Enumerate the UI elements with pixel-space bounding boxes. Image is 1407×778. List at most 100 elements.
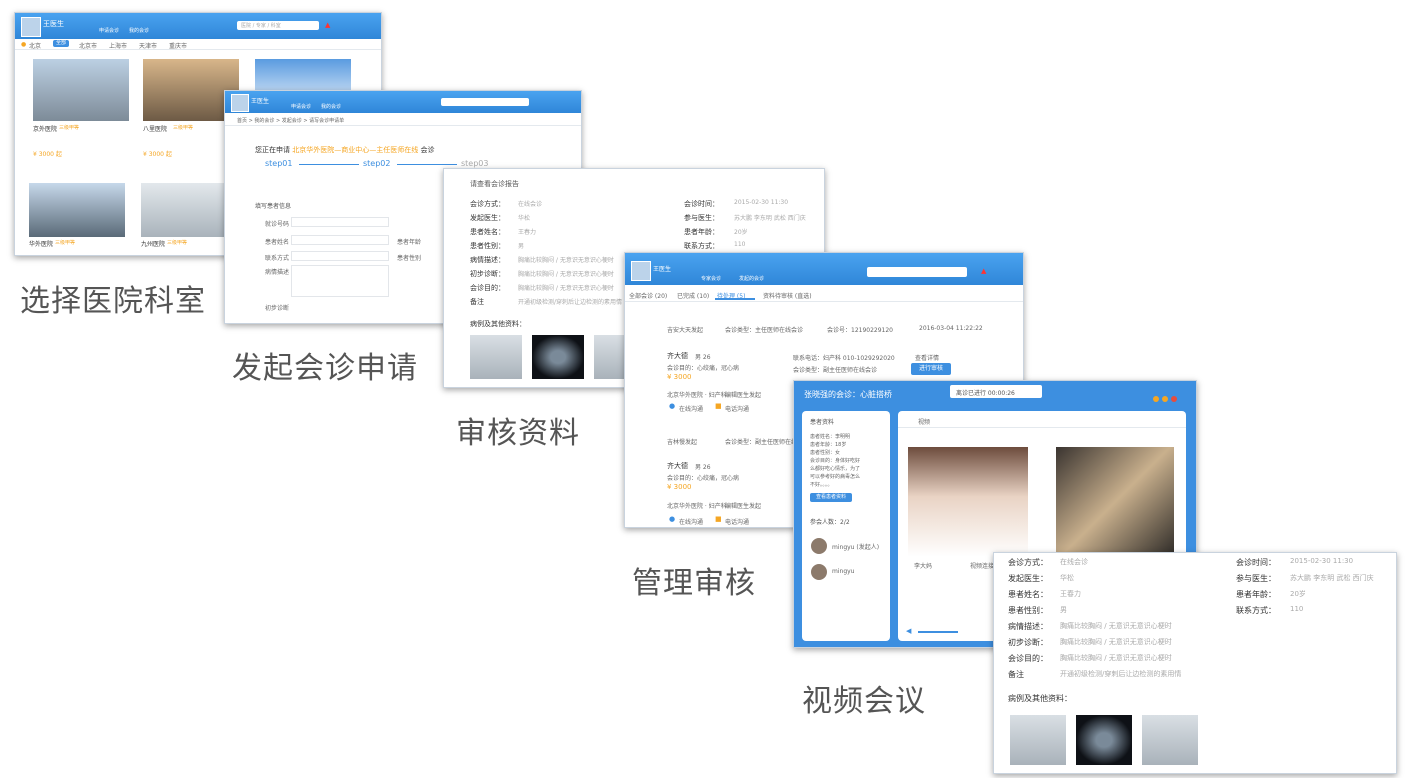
patient-info-line: 患者年龄：18岁 bbox=[810, 442, 847, 448]
attachment-thumbnail[interactable] bbox=[1010, 715, 1066, 765]
chat-icon[interactable]: ● bbox=[669, 515, 675, 523]
view-detail-link[interactable]: 查看详情 bbox=[915, 353, 939, 362]
volume-icon[interactable]: ◀ bbox=[906, 627, 911, 635]
doctor: 编辑医生发起 bbox=[725, 503, 762, 510]
tab-all[interactable]: 全部会诊 (20) bbox=[629, 291, 667, 300]
avatar bbox=[810, 563, 828, 581]
divider bbox=[225, 125, 581, 126]
field-value: 苏大鹏 李东明 武松 西门庆 bbox=[1290, 574, 1374, 582]
audit-button[interactable]: 进行审核 bbox=[911, 363, 951, 375]
doctor: 编辑医生发起 bbox=[725, 392, 762, 399]
price: ¥ 3000 bbox=[667, 373, 692, 381]
attachment-thumbnail[interactable] bbox=[1076, 715, 1132, 765]
field-label: 患者姓名： bbox=[470, 228, 505, 236]
search-input[interactable] bbox=[867, 267, 967, 277]
field-value: 110 bbox=[734, 241, 746, 248]
hospital-name[interactable]: 华外医院 bbox=[29, 239, 53, 248]
tab-video[interactable]: 视频 bbox=[918, 417, 930, 426]
hospital-name[interactable]: 京外医院 bbox=[33, 124, 57, 133]
nav-apply[interactable]: 申请会诊 bbox=[291, 103, 311, 110]
attachment-thumbnail[interactable] bbox=[532, 335, 584, 379]
tab-material-review[interactable]: 资料待审核 (直选) bbox=[763, 291, 812, 300]
meeting-title: 张晓强的会诊：心脏搭桥 bbox=[804, 390, 892, 399]
user-name[interactable]: 王医生 bbox=[653, 264, 671, 273]
field-label: 患者性别： bbox=[1008, 606, 1048, 615]
chat-icon[interactable]: ● bbox=[669, 402, 675, 410]
field-label: 初步诊断： bbox=[470, 270, 505, 278]
field-label: 就诊号码 bbox=[265, 221, 290, 228]
price: ¥ 3000 bbox=[667, 483, 692, 491]
members-label: 参会人数：2/2 bbox=[810, 519, 850, 526]
user-name[interactable]: 王医生 bbox=[43, 19, 64, 29]
patient-age: 男 26 bbox=[695, 464, 711, 471]
step-arrow bbox=[397, 164, 457, 165]
hospital-name[interactable]: 八里医院 bbox=[143, 124, 167, 133]
attachment-thumbnail[interactable] bbox=[594, 335, 624, 379]
user-name[interactable]: 王医生 bbox=[251, 96, 269, 105]
report-title: 请查看会诊报告 bbox=[470, 180, 519, 188]
field-label: 患者年龄： bbox=[1236, 590, 1276, 599]
field-label: 备注 bbox=[1008, 670, 1024, 679]
chat-link[interactable]: 在线沟通 bbox=[679, 404, 703, 413]
attachment-thumbnail[interactable] bbox=[470, 335, 522, 379]
field-value: 胸痛比较胸闷 / 无意识无意识心梗时 bbox=[518, 285, 614, 292]
bell-icon[interactable]: ▲ bbox=[981, 267, 986, 275]
hospital-photo[interactable] bbox=[33, 59, 129, 121]
nav-initiated[interactable]: 发起的会诊 bbox=[739, 275, 764, 282]
tab-done[interactable]: 已完成 (10) bbox=[677, 291, 709, 300]
field-label: 病情描述： bbox=[1008, 622, 1048, 631]
nav-mine[interactable]: 我的会诊 bbox=[129, 27, 149, 34]
field-value: 110 bbox=[1290, 605, 1304, 613]
search-input[interactable]: 医院 / 专家 / 科室 bbox=[237, 21, 319, 30]
step-arrow bbox=[299, 164, 359, 165]
field-value: 胸痛比较胸闷 / 无意识无意识心梗时 bbox=[518, 271, 614, 278]
field-label: 病情描述： bbox=[470, 256, 505, 264]
record-date: 2016-03-04 11:22:22 bbox=[919, 325, 983, 332]
field-label: 初步诊断： bbox=[1008, 638, 1048, 647]
nav-apply[interactable]: 申请会诊 bbox=[99, 27, 119, 34]
call-link[interactable]: 电话沟通 bbox=[725, 517, 749, 526]
phone-icon[interactable]: ■ bbox=[715, 402, 722, 410]
filter-tab-all[interactable]: 全部 bbox=[53, 40, 69, 47]
search-input[interactable] bbox=[441, 98, 529, 106]
phone-icon[interactable]: ■ bbox=[715, 515, 722, 523]
call-link[interactable]: 电话沟通 bbox=[725, 404, 749, 413]
field-label: 患者姓名 bbox=[265, 239, 290, 246]
attachment-thumbnail[interactable] bbox=[1142, 715, 1198, 765]
hospital-price: ¥ 3000 起 bbox=[33, 151, 62, 158]
purpose: 会诊目的：心绞痛，冠心病 bbox=[667, 475, 740, 482]
patient-info-line: 么都好吃心情乐，为了 bbox=[810, 466, 861, 472]
status: 会诊类型：副主任医师在线会诊 bbox=[793, 367, 878, 374]
view-patient-button[interactable]: 查看患者资料 bbox=[810, 493, 852, 502]
field-value: 在线会诊 bbox=[518, 201, 543, 208]
field-label: 会诊时间： bbox=[1236, 558, 1276, 567]
field-value: 华松 bbox=[1060, 574, 1074, 582]
panel-title: 患者资料 bbox=[810, 419, 835, 426]
video-feed[interactable] bbox=[1056, 447, 1174, 557]
hospital-name[interactable]: 九州医院 bbox=[141, 239, 165, 248]
record-type: 会诊类型：主任医师在线会诊 bbox=[725, 327, 804, 334]
bell-icon[interactable]: ▲ bbox=[325, 21, 330, 29]
nav-expert[interactable]: 专家会诊 bbox=[701, 275, 721, 282]
video-feed[interactable] bbox=[908, 447, 1028, 557]
field-value: 苏大鹏 李东明 武松 西门庆 bbox=[734, 215, 806, 222]
volume-slider[interactable] bbox=[918, 631, 958, 633]
nav-mine[interactable]: 我的会诊 bbox=[321, 103, 341, 110]
record-initiator: 吉林慢发起 bbox=[667, 439, 698, 446]
field-label: 发起医生： bbox=[470, 214, 505, 222]
patient-name-input[interactable] bbox=[291, 235, 389, 245]
field-value: 开通初级检测/穿刺后让边检测的素用情 bbox=[518, 299, 623, 306]
description-textarea[interactable] bbox=[291, 265, 389, 297]
contact-input[interactable] bbox=[291, 251, 389, 261]
hospital-photo[interactable] bbox=[29, 183, 125, 237]
chat-link[interactable]: 在线沟通 bbox=[679, 517, 703, 526]
avatar bbox=[231, 94, 249, 112]
field-value: 在线会诊 bbox=[1060, 558, 1088, 566]
window-controls[interactable] bbox=[1150, 387, 1177, 406]
visit-number-input[interactable] bbox=[291, 217, 389, 227]
hospital-photo[interactable] bbox=[141, 183, 237, 237]
patient-age: 男 26 bbox=[695, 354, 711, 361]
field-value: 胸痛比较胸闷 / 无意识无意识心梗时 bbox=[1060, 654, 1172, 662]
divider bbox=[15, 49, 381, 50]
field-label: 病情描述 bbox=[265, 269, 290, 276]
